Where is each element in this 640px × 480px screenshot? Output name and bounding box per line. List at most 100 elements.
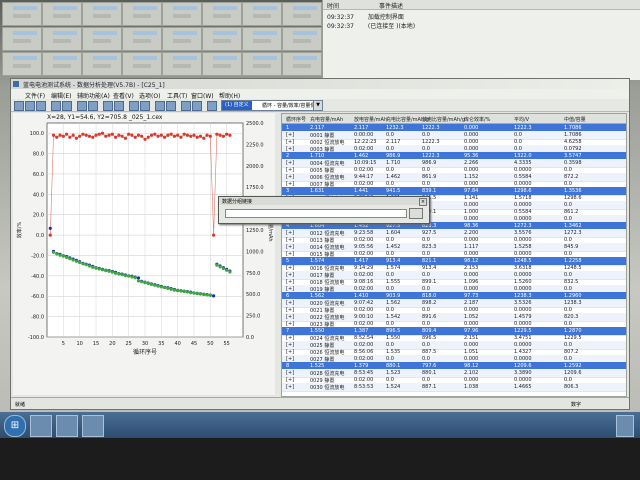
dialog-progress-field[interactable] xyxy=(225,209,407,218)
channel-tile[interactable] xyxy=(162,52,202,76)
grid-icon[interactable] xyxy=(129,101,139,111)
start-button[interactable]: ⊞ xyxy=(4,415,26,437)
chart-svg[interactable]: 100.080.060.040.020.00.0-20.0-40.0-60.0-… xyxy=(13,113,275,395)
event-log-row[interactable]: 09:32:37 加载控制界面 xyxy=(327,12,416,21)
y-tick-label: -80.0 xyxy=(31,315,44,321)
column-header[interactable]: 中值/容量 xyxy=(564,116,586,123)
chart-icon[interactable] xyxy=(140,101,150,111)
y2-tick-label: 750.0 xyxy=(246,271,260,277)
data-point xyxy=(130,133,134,137)
view-selector[interactable]: (1) 自定义 循环 - 容量/效率/容量保持 ▼ xyxy=(221,100,323,111)
crosshair-icon[interactable] xyxy=(114,101,124,111)
channel-tile[interactable] xyxy=(2,2,42,26)
show-desktop-button[interactable] xyxy=(616,415,634,437)
copy-icon[interactable] xyxy=(51,101,61,111)
x-tick-label: 35 xyxy=(158,341,164,347)
channel-tile[interactable] xyxy=(282,2,322,26)
channel-tiles xyxy=(0,0,330,80)
data-point xyxy=(212,233,216,237)
data-point xyxy=(192,291,196,295)
taskbar-app-icon[interactable] xyxy=(56,415,78,437)
channel-tile[interactable] xyxy=(122,27,162,51)
data-point xyxy=(130,275,134,279)
window-titlebar[interactable]: 蓝电电池测试系统 - 数据分析处理(V5.7B) - [C25_1] xyxy=(11,79,629,89)
data-point xyxy=(198,292,203,296)
data-point xyxy=(176,289,180,293)
tile-bar xyxy=(213,64,231,68)
channel-tile[interactable] xyxy=(82,52,122,76)
channel-tile[interactable] xyxy=(122,2,162,26)
channel-tile[interactable] xyxy=(282,52,322,76)
dialog-button[interactable] xyxy=(409,208,423,219)
data-point xyxy=(74,259,78,263)
column-header[interactable]: 放电容量/mAh xyxy=(354,116,387,123)
chevron-down-icon[interactable]: ▼ xyxy=(313,101,322,110)
table-cell: 1.038 xyxy=(464,384,479,390)
tile-bar xyxy=(133,14,151,18)
data-point xyxy=(61,254,65,258)
tile-bar xyxy=(53,31,77,35)
tile-bar xyxy=(13,56,37,60)
zoom-in-icon[interactable] xyxy=(77,101,87,111)
data-point xyxy=(185,290,190,294)
column-header[interactable]: 循环序号 xyxy=(286,116,306,123)
channel-tile[interactable] xyxy=(202,27,242,51)
paste-icon[interactable] xyxy=(62,101,72,111)
channel-tile[interactable] xyxy=(162,27,202,51)
channel-tile[interactable] xyxy=(42,27,82,51)
channel-tile[interactable] xyxy=(42,52,82,76)
event-log-header: 时间 事件描述 xyxy=(323,0,640,10)
taskbar-app-icon[interactable] xyxy=(30,415,52,437)
channel-tile[interactable] xyxy=(162,2,202,26)
step-row[interactable]: [+] 0030 恒流放电 8:53:53 1.524 887.1 1.038 1.4665… xyxy=(282,383,626,392)
cycle-table[interactable]: 循环序号 充电容量/mAh 放电容量/mAh 充电比容量/mAh/g 放电比容量/mAh… xyxy=(281,113,627,397)
cursor-icon[interactable] xyxy=(103,101,113,111)
y2-tick-label: 2250.0 xyxy=(246,142,264,148)
data-point xyxy=(146,281,150,286)
data-point xyxy=(215,132,219,136)
print-icon[interactable] xyxy=(36,101,46,111)
column-header[interactable]: 平均/V xyxy=(514,116,529,123)
refresh-icon[interactable] xyxy=(207,101,217,111)
channel-tile[interactable] xyxy=(2,27,42,51)
dialog-titlebar[interactable]: 数据分组链接 × xyxy=(219,197,429,206)
table-cell: 1.524 xyxy=(386,384,401,390)
column-header[interactable]: 库仑效率/% xyxy=(464,116,490,123)
y-tick-label: -60.0 xyxy=(31,294,44,300)
channel-tile[interactable] xyxy=(242,2,282,26)
event-text: (已连接至 )(本地) xyxy=(367,23,416,30)
settings-icon[interactable] xyxy=(181,101,191,111)
open-icon[interactable] xyxy=(14,101,24,111)
taskbar-app-icon[interactable] xyxy=(82,415,104,437)
channel-tile[interactable] xyxy=(242,27,282,51)
tile-bar xyxy=(173,39,191,43)
channel-tile[interactable] xyxy=(42,2,82,26)
export-icon[interactable] xyxy=(192,101,202,111)
channel-tile[interactable] xyxy=(202,52,242,76)
channel-tile[interactable] xyxy=(122,52,162,76)
tile-bar xyxy=(13,14,31,18)
y-tick-label: -40.0 xyxy=(31,274,44,280)
channel-tile[interactable] xyxy=(82,27,122,51)
column-header[interactable]: 放电比容量/mAh/g xyxy=(422,116,465,123)
data-point xyxy=(87,134,92,138)
chart-pane[interactable]: X=28, Y1=54.6, Y2=705.8 _025_1.cex 100.0… xyxy=(13,113,275,395)
filter-icon[interactable] xyxy=(166,101,176,111)
channel-tile[interactable] xyxy=(282,27,322,51)
zoom-out-icon[interactable] xyxy=(88,101,98,111)
column-header[interactable]: 充电容量/mAh xyxy=(310,116,343,123)
table-icon[interactable] xyxy=(155,101,165,111)
tile-bar xyxy=(93,56,117,60)
y-tick-label: 20.0 xyxy=(33,213,44,219)
save-icon[interactable] xyxy=(25,101,35,111)
tile-bar xyxy=(253,14,271,18)
close-icon[interactable]: × xyxy=(419,198,427,206)
event-log-row[interactable]: 09:32:37 (已连接至 )(本地) xyxy=(327,21,427,30)
channel-tile[interactable] xyxy=(242,52,282,76)
channel-tile[interactable] xyxy=(202,2,242,26)
event-time: 09:32:37 xyxy=(327,14,354,21)
tile-bar xyxy=(293,31,317,35)
channel-tile[interactable] xyxy=(82,2,122,26)
channel-tile[interactable] xyxy=(2,52,42,76)
data-point xyxy=(65,255,69,259)
